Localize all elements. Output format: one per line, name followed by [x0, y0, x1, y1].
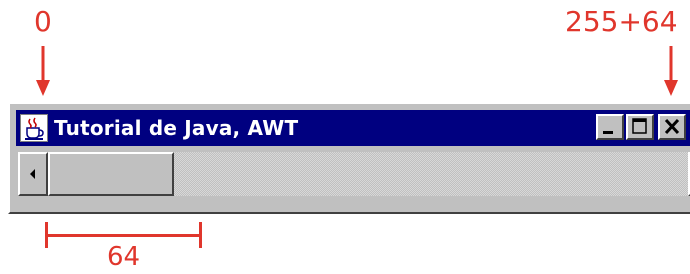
scrollbar-thumb[interactable] [48, 152, 174, 196]
horizontal-scrollbar[interactable] [18, 152, 690, 196]
measure-tick-left [45, 222, 48, 248]
min-arrow-icon [36, 46, 50, 96]
scroll-left-button[interactable] [18, 152, 48, 196]
thumb-width-label: 64 [107, 242, 141, 272]
min-value-label: 0 [34, 5, 52, 38]
close-button[interactable] [658, 114, 686, 140]
java-cup-icon[interactable] [20, 114, 48, 142]
awt-window: Tutorial de Java, AWT [8, 102, 690, 214]
maximize-button[interactable] [626, 114, 654, 140]
measure-tick-right [199, 222, 202, 248]
close-icon [664, 118, 680, 135]
minimize-button[interactable] [596, 114, 624, 140]
max-arrow-icon [664, 46, 678, 96]
thumb-width-measure-line [46, 234, 202, 237]
maximize-icon [632, 118, 647, 134]
window-title: Tutorial de Java, AWT [54, 116, 299, 140]
minimize-icon [603, 131, 613, 134]
title-bar[interactable]: Tutorial de Java, AWT [16, 110, 690, 146]
max-value-label: 255+64 [565, 5, 678, 38]
arrow-left-icon [30, 169, 35, 179]
